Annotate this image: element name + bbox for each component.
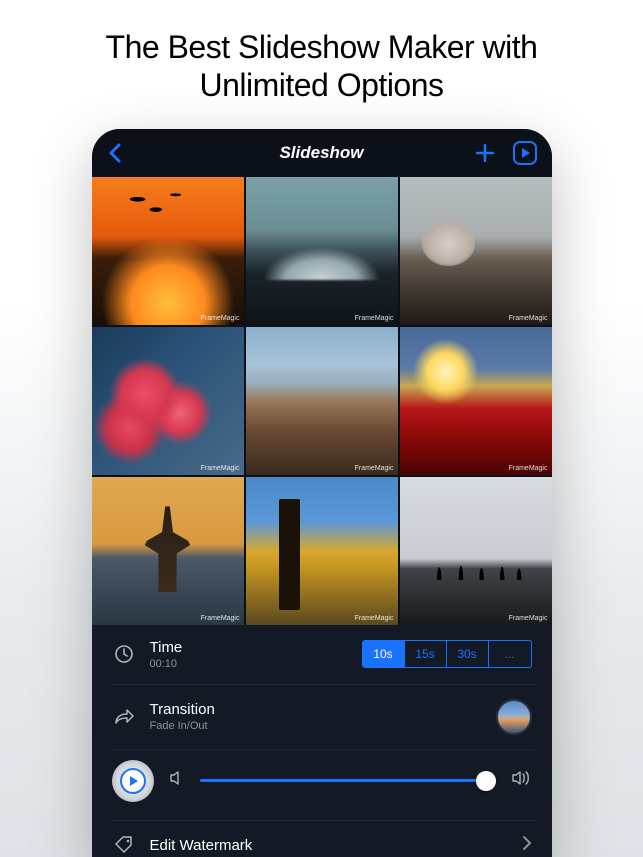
- watermark-label: FrameMagic: [355, 615, 394, 622]
- watermark-label: FrameMagic: [201, 315, 240, 322]
- photo-grid: FrameMagic FrameMagic FrameMagic FrameMa…: [92, 177, 552, 625]
- watermark-label: FrameMagic: [509, 315, 548, 322]
- duration-option-10s[interactable]: 10s: [363, 641, 405, 667]
- volume-slider[interactable]: [200, 771, 496, 791]
- photo-thumb[interactable]: FrameMagic: [92, 477, 244, 625]
- share-arrow-icon: [112, 708, 136, 726]
- promo-line-1: The Best Slideshow Maker with: [106, 29, 538, 65]
- chevron-right-icon: [522, 835, 532, 856]
- watermark-label: FrameMagic: [201, 615, 240, 622]
- transition-label-block: Transition Fade In/Out: [150, 701, 215, 732]
- play-button[interactable]: [112, 760, 154, 802]
- volume-slider-thumb[interactable]: [476, 771, 496, 791]
- time-label-block: Time 00:10: [150, 639, 183, 670]
- nav-bar: Slideshow: [92, 129, 552, 177]
- tag-icon: [112, 835, 136, 855]
- transition-preview-thumb: [496, 699, 532, 735]
- duration-option-15s[interactable]: 15s: [405, 641, 447, 667]
- preview-button[interactable]: [512, 140, 538, 166]
- promo-headline: The Best Slideshow Maker with Unlimited …: [106, 28, 538, 105]
- watermark-label: FrameMagic: [355, 315, 394, 322]
- photo-thumb[interactable]: FrameMagic: [246, 327, 398, 475]
- audio-row: [110, 750, 534, 821]
- photo-thumb[interactable]: FrameMagic: [246, 177, 398, 325]
- device-frame: Slideshow FrameMagic FrameMagic FrameMag…: [92, 129, 552, 857]
- settings-panel: Time 00:10 10s 15s 30s ... Transition Fa…: [92, 625, 552, 857]
- watermark-label: FrameMagic: [509, 465, 548, 472]
- watermark-label: FrameMagic: [201, 465, 240, 472]
- photo-thumb[interactable]: FrameMagic: [400, 177, 552, 325]
- watermark-label: FrameMagic: [509, 615, 548, 622]
- play-icon: [120, 768, 146, 794]
- transition-row[interactable]: Transition Fade In/Out: [110, 685, 534, 750]
- photo-thumb[interactable]: FrameMagic: [92, 177, 244, 325]
- volume-high-icon: [510, 769, 532, 792]
- photo-thumb[interactable]: FrameMagic: [400, 327, 552, 475]
- photo-thumb[interactable]: FrameMagic: [92, 327, 244, 475]
- duration-segmented-control: 10s 15s 30s ...: [362, 640, 532, 668]
- clock-icon: [112, 644, 136, 664]
- add-button[interactable]: [474, 142, 496, 164]
- duration-option-more[interactable]: ...: [489, 641, 531, 667]
- photo-thumb[interactable]: FrameMagic: [246, 477, 398, 625]
- duration-option-30s[interactable]: 30s: [447, 641, 489, 667]
- promo-line-2: Unlimited Options: [199, 67, 443, 103]
- time-value: 00:10: [150, 658, 183, 670]
- back-button[interactable]: [106, 142, 124, 164]
- watermark-label: FrameMagic: [355, 465, 394, 472]
- transition-value: Fade In/Out: [150, 720, 215, 732]
- watermark-label-text: Edit Watermark: [150, 837, 253, 854]
- transition-label: Transition: [150, 701, 215, 718]
- time-label: Time: [150, 639, 183, 656]
- time-row: Time 00:10 10s 15s 30s ...: [110, 625, 534, 685]
- volume-low-icon: [168, 769, 186, 792]
- edit-watermark-row[interactable]: Edit Watermark: [110, 821, 534, 857]
- photo-thumb[interactable]: FrameMagic: [400, 477, 552, 625]
